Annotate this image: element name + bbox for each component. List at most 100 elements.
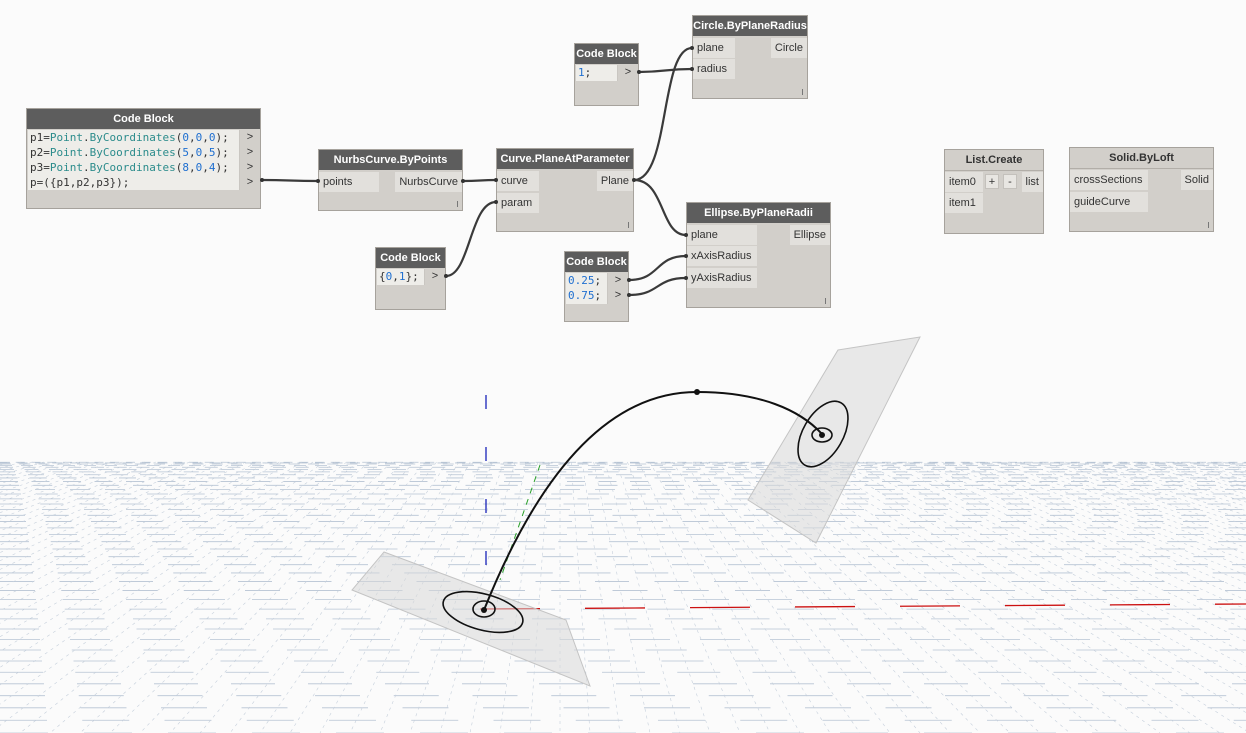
code-token: . — [83, 161, 90, 174]
code-line: p=({p1,p2,p3}); — [28, 175, 239, 190]
node-title: Curve.PlaneAtParameter — [497, 149, 633, 169]
input-port-plane[interactable]: plane — [687, 225, 757, 245]
port-dot — [690, 67, 694, 71]
node-title: Code Block — [575, 44, 638, 64]
resize-corner[interactable] — [628, 222, 629, 228]
code-token: 8 — [182, 161, 189, 174]
input-port-points[interactable]: points — [319, 172, 379, 192]
code-token: ByCoordinates — [89, 131, 176, 144]
output-ports: > — [617, 65, 638, 81]
nurbs-curve-by-points-node[interactable]: NurbsCurve.ByPoints points NurbsCurve — [318, 149, 463, 211]
input-port-radius[interactable]: radius — [693, 59, 735, 79]
point-2-preview — [694, 389, 700, 395]
code-block-radii-node[interactable]: Code Block 0.25; 0.75; > > — [564, 251, 629, 322]
output-port-nurbscurve[interactable]: NurbsCurve — [395, 172, 462, 192]
add-input-button[interactable]: + — [985, 174, 999, 189]
code-token: p2= — [30, 146, 50, 159]
output-port-1[interactable]: > — [425, 269, 445, 284]
output-port-2[interactable]: > — [608, 288, 628, 303]
port-dot — [260, 178, 264, 182]
curve-plane-at-parameter-node[interactable]: Curve.PlaneAtParameter curve param Plane — [496, 148, 634, 232]
output-port-ellipse[interactable]: Ellipse — [789, 225, 830, 245]
plane-end-preview — [747, 336, 921, 544]
ellipse-by-plane-radii-node[interactable]: Ellipse.ByPlaneRadii plane xAxisRadius y… — [686, 202, 831, 308]
resize-corner[interactable] — [1208, 222, 1209, 228]
code-token: ; — [584, 66, 592, 79]
node-title: Solid.ByLoft — [1070, 148, 1213, 169]
output-port-4[interactable]: > — [240, 175, 260, 190]
input-port-item0[interactable]: item0 — [945, 172, 983, 192]
output-port-1[interactable]: > — [608, 273, 628, 288]
input-port-xaxisradius[interactable]: xAxisRadius — [687, 246, 757, 266]
circle-by-plane-radius-node[interactable]: Circle.ByPlaneRadius plane radius Circle — [692, 15, 808, 99]
code-token: 5 — [182, 146, 189, 159]
node-title: Circle.ByPlaneRadius — [693, 16, 807, 36]
code-block-radius-node[interactable]: Code Block 1; > — [574, 43, 639, 106]
code-token: ByCoordinates — [89, 161, 176, 174]
input-port-curve[interactable]: curve — [497, 171, 539, 191]
code-token: , — [188, 146, 196, 159]
remove-input-button[interactable]: - — [1003, 174, 1017, 189]
code-line: 1; — [576, 65, 617, 80]
z-axis — [499, 464, 541, 581]
resize-corner[interactable] — [457, 201, 458, 207]
output-port-1[interactable]: > — [240, 130, 260, 145]
code-token: p3= — [30, 161, 50, 174]
port-dot — [690, 46, 694, 50]
code-line: {0,1}; — [377, 269, 424, 284]
node-title: List.Create — [945, 150, 1043, 171]
output-port-3[interactable]: > — [240, 160, 260, 175]
code-token: p1= — [30, 131, 50, 144]
code-block-param-node[interactable]: Code Block {0,1}; > — [375, 247, 446, 310]
code-token: Point — [49, 146, 83, 159]
code-token: ; — [594, 289, 602, 302]
node-title: Code Block — [565, 252, 628, 272]
port-dot — [684, 233, 688, 237]
code-line: p2=Point.ByCoordinates(5,0,5); — [28, 145, 239, 160]
code-editor[interactable]: p1=Point.ByCoordinates(0,0,0); p2=Point.B… — [28, 130, 239, 190]
input-port-guidecurve[interactable]: guideCurve — [1070, 192, 1148, 212]
output-port-2[interactable]: > — [240, 145, 260, 160]
input-port-crosssections[interactable]: crossSections — [1070, 170, 1148, 190]
port-dot — [316, 179, 320, 183]
input-port-param[interactable]: param — [497, 193, 539, 213]
ground-grid — [0, 461, 1246, 733]
code-token: ); — [215, 161, 229, 174]
port-dot — [684, 254, 688, 258]
resize-corner[interactable] — [802, 89, 803, 95]
x-axis — [479, 603, 1246, 610]
code-token: 1 — [398, 270, 406, 283]
code-token: , — [202, 146, 209, 159]
code-block-points-node[interactable]: Code Block p1=Point.ByCoordinates(0,0,0)… — [26, 108, 261, 209]
input-port-plane[interactable]: plane — [693, 38, 735, 58]
code-token: , — [392, 270, 399, 283]
code-token: , — [188, 131, 196, 144]
code-line: p1=Point.ByCoordinates(0,0,0); — [28, 130, 239, 145]
point-3-preview — [819, 432, 825, 438]
node-title: Code Block — [376, 248, 445, 268]
code-editor[interactable]: 1; — [576, 65, 617, 81]
code-editor[interactable]: 0.25; 0.75; — [566, 273, 607, 304]
code-line: 0.25; — [566, 273, 607, 288]
list-create-node[interactable]: List.Create item0 + - list item1 — [944, 149, 1044, 234]
code-token: }; — [405, 270, 419, 283]
code-editor[interactable]: {0,1}; — [377, 269, 424, 285]
code-token: , — [202, 161, 209, 174]
output-port-1[interactable]: > — [618, 65, 638, 80]
solid-by-loft-node[interactable]: Solid.ByLoft crossSections guideCurve So… — [1069, 147, 1214, 232]
output-port-plane[interactable]: Plane — [596, 171, 633, 191]
geometry-preview — [351, 336, 921, 687]
port-dot — [627, 293, 631, 297]
resize-corner[interactable] — [825, 298, 826, 304]
output-port-solid[interactable]: Solid — [1180, 170, 1213, 190]
input-port-item1[interactable]: item1 — [945, 193, 983, 213]
code-token: ByCoordinates — [89, 146, 176, 159]
port-dot — [637, 70, 641, 74]
input-port-yaxisradius[interactable]: yAxisRadius — [687, 268, 757, 288]
port-dot — [494, 178, 498, 182]
code-token: Point — [49, 131, 83, 144]
output-port-list[interactable]: list — [1021, 172, 1043, 192]
output-port-circle[interactable]: Circle — [770, 38, 807, 58]
code-line: p3=Point.ByCoordinates(8,0,4); — [28, 160, 239, 175]
node-title: Ellipse.ByPlaneRadii — [687, 203, 830, 223]
